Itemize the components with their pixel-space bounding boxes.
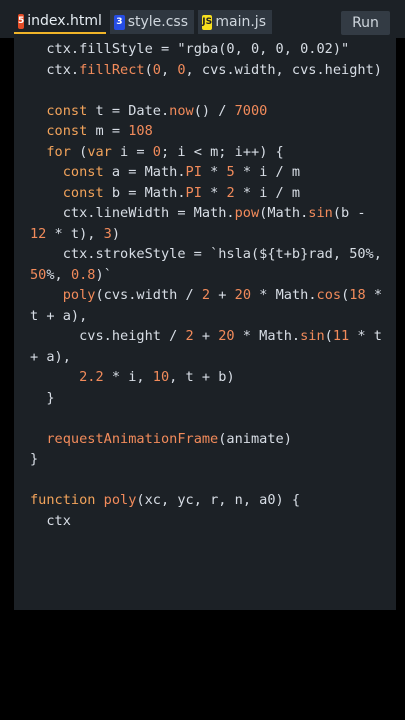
- code-line: ctx.fillRect(0, 0, cvs.width, cvs.height…: [30, 61, 382, 78]
- tab-style-css[interactable]: 3 style.css: [110, 10, 194, 34]
- tab-index-html[interactable]: 5 index.html: [14, 10, 106, 34]
- code-line: 50%, 0.8)`: [30, 266, 112, 283]
- code-line: requestAnimationFrame(animate): [46, 430, 292, 447]
- code-line: t + a),: [30, 307, 88, 324]
- code-line: poly(cvs.width / 2 + 20 * Math.cos(18 *: [62, 287, 383, 303]
- code-line: const b = Math.PI * 2 * i / m: [62, 184, 301, 201]
- code-line: ctx: [30, 512, 71, 529]
- code-line: 2.2 * i, 10, t + b): [79, 369, 235, 385]
- tab-main-js[interactable]: JS main.js: [198, 10, 272, 34]
- code-line: }: [30, 451, 39, 467]
- js-icon: JS: [202, 14, 213, 30]
- tab-label: main.js: [215, 14, 266, 30]
- run-button[interactable]: Run: [341, 11, 390, 35]
- html5-icon: 5: [18, 13, 25, 29]
- code-line: function poly(xc, yc, r, n, a0) {: [30, 492, 301, 508]
- code-line: 12 * t), 3): [30, 225, 121, 242]
- code-line: const t = Date.now() / 7000: [46, 102, 268, 119]
- code-line: cvs.height / 2 + 20 * Math.sin(11 * t: [30, 328, 382, 344]
- code-line: }: [30, 389, 55, 406]
- css3-icon: 3: [114, 14, 125, 30]
- code-line: const a = Math.PI * 5 * i / m: [62, 164, 301, 180]
- code-line: ctx.lineWidth = Math.pow(Math.sin(b -: [30, 205, 366, 221]
- code-line: const m = 108: [46, 123, 153, 139]
- code-line: + a),: [30, 348, 71, 365]
- tab-label: index.html: [27, 13, 102, 29]
- tab-bar: 5 index.html 3 style.css JS main.js Run: [0, 0, 405, 38]
- tab-label: style.css: [127, 14, 188, 30]
- code-line: ctx.strokeStyle = `hsla(${t+b}rad, 50%,: [30, 246, 382, 262]
- code-line: for (var i = 0; i < m; i++) {: [46, 143, 284, 160]
- code-line: ctx.fillStyle = "rgba(0, 0, 0, 0.02)": [30, 41, 350, 57]
